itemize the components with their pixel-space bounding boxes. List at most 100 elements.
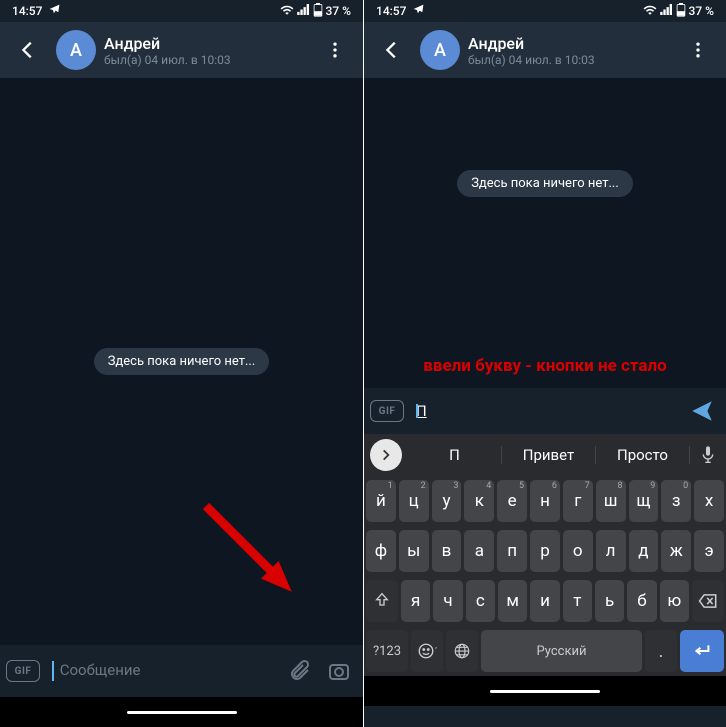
backspace-key[interactable] [692,580,724,622]
suggestion[interactable]: Привет [502,446,596,464]
keyboard-bottom-row: ?123 , Русский . [364,626,726,676]
telegram-status-icon [48,3,61,19]
message-input-bar: GIF Сообщение [0,645,363,697]
chat-area: Здесь пока ничего нет... ввели букву - к… [364,78,726,388]
key[interactable]: ш8 [596,480,626,522]
key[interactable]: щ9 [629,480,659,522]
annotation-arrow-icon [195,495,305,605]
key[interactable]: ю [660,580,689,622]
suggestion[interactable]: Просто [596,446,690,464]
key[interactable]: х [694,480,724,522]
key[interactable]: ы [399,530,429,572]
key[interactable]: у3 [432,480,462,522]
send-button[interactable] [684,393,720,429]
key[interactable]: с [466,580,495,622]
contact-info[interactable]: Андрей был(а) 04 июл. в 10:03 [468,34,670,67]
key[interactable]: т [563,580,592,622]
chat-area: Здесь пока ничего нет... [0,78,363,645]
contact-name: Андрей [104,34,307,53]
back-button[interactable] [372,30,412,70]
mic-button[interactable] [690,445,726,465]
wifi-icon [280,4,294,18]
back-button[interactable] [8,30,48,70]
status-bar: 14:57 37 % [364,0,726,22]
nav-bar [0,697,363,727]
avatar[interactable]: А [420,30,460,70]
language-key[interactable] [446,630,478,672]
signal-icon [297,4,310,18]
annotation-text: ввели букву - кнопки не стало [374,356,716,376]
period-key[interactable]: . [645,630,677,672]
typed-text: П [416,402,427,420]
enter-key[interactable] [680,630,724,672]
attach-button[interactable] [281,653,317,689]
empty-chat-message: Здесь пока ничего нет... [457,170,633,197]
status-bar: 14:57 37 % [0,0,363,22]
key[interactable]: я [401,580,430,622]
emoji-key[interactable]: , [411,630,443,672]
key[interactable]: а [464,530,494,572]
key[interactable]: б [627,580,656,622]
numeric-key[interactable]: ?123 [366,630,408,672]
keyboard-row-3: ячсмитьбю [364,576,726,626]
signal-icon [660,4,673,18]
key[interactable]: г7 [563,480,593,522]
key[interactable]: о [563,530,593,572]
chat-header: А Андрей был(а) 04 июл. в 10:03 [0,22,363,78]
keyboard-row-1: й1ц2у3к4е5н6г7ш8щ9з0х [364,476,726,526]
key[interactable]: к4 [464,480,494,522]
wifi-icon [643,4,657,18]
contact-status: был(а) 04 июл. в 10:03 [468,53,670,67]
key[interactable]: д [629,530,659,572]
key[interactable]: в [432,530,462,572]
key[interactable]: ь [595,580,624,622]
phone-left: 14:57 37 % А Андрей был(а) 04 июл. в 10:… [0,0,363,727]
message-input[interactable]: Сообщение [44,661,277,681]
nav-bar [364,676,726,706]
battery-icon [676,3,686,20]
key[interactable]: и [530,580,559,622]
key[interactable]: е5 [497,480,527,522]
key[interactable]: ф [366,530,396,572]
space-key[interactable]: Русский [481,630,642,672]
key[interactable]: л [596,530,626,572]
camera-button[interactable] [321,653,357,689]
battery-percent: 37 % [689,4,714,18]
suggestion-row: П Привет Просто [364,434,726,476]
message-input[interactable]: П [408,402,680,420]
key[interactable]: э [694,530,724,572]
status-time: 14:57 [12,4,42,18]
phone-right: 14:57 37 % А Андрей был(а) 04 июл. в 10:… [363,0,726,727]
more-button[interactable] [315,30,355,70]
shift-key[interactable] [366,580,398,622]
contact-status: был(а) 04 июл. в 10:03 [104,53,307,67]
key[interactable]: й1 [366,480,396,522]
chat-header: А Андрей был(а) 04 июл. в 10:03 [364,22,726,78]
telegram-status-icon [412,3,425,19]
gif-button[interactable]: GIF [6,660,40,682]
expand-suggestions-button[interactable] [370,439,402,471]
nav-handle[interactable] [127,711,237,714]
gif-button[interactable]: GIF [370,400,404,422]
more-button[interactable] [678,30,718,70]
avatar[interactable]: А [56,30,96,70]
status-time: 14:57 [376,4,406,18]
key[interactable]: ч [433,580,462,622]
message-placeholder: Сообщение [60,661,141,679]
contact-name: Андрей [468,34,670,53]
suggestion[interactable]: П [408,446,502,464]
key[interactable]: н6 [530,480,560,522]
nav-handle[interactable] [490,690,600,693]
key[interactable]: ц2 [399,480,429,522]
key[interactable]: р [530,530,560,572]
key[interactable]: п [497,530,527,572]
message-input-bar: GIF П [364,388,726,434]
battery-percent: 37 % [326,4,351,18]
contact-info[interactable]: Андрей был(а) 04 июл. в 10:03 [104,34,307,67]
key[interactable]: м [498,580,527,622]
key[interactable]: з0 [661,480,691,522]
empty-chat-message: Здесь пока ничего нет... [94,348,270,375]
key[interactable]: ж [661,530,691,572]
battery-icon [313,3,323,20]
keyboard-row-2: фывапролджэ [364,526,726,576]
